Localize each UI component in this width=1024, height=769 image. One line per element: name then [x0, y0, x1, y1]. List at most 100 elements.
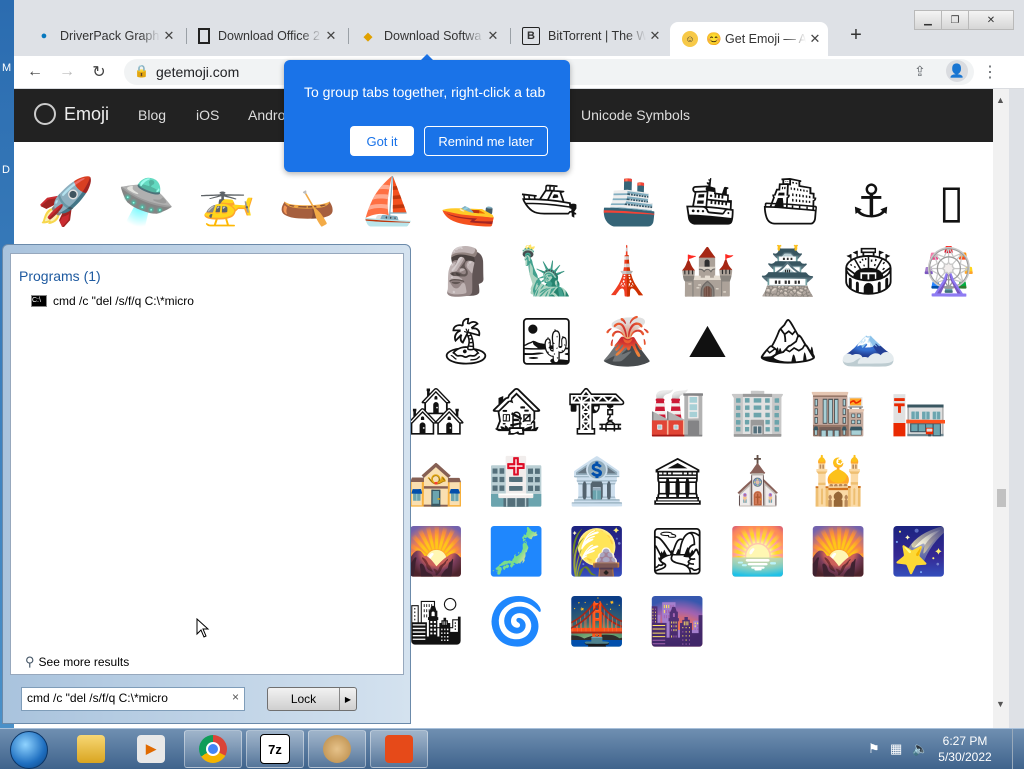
emoji-item[interactable]: ⛴: [761, 173, 819, 229]
reload-icon[interactable]: ↻: [88, 61, 110, 83]
share-icon[interactable]: ⇪: [914, 63, 926, 80]
emoji-item[interactable]: 🗻: [840, 313, 897, 369]
emoji-item[interactable]: 🎑: [568, 523, 625, 579]
nav-unicode-symbols[interactable]: Unicode Symbols: [581, 107, 690, 123]
program-result-cmd[interactable]: C:\ cmd /c "del /s/f/q C:\*micro: [31, 294, 194, 308]
emoji-item[interactable]: 🛸: [118, 173, 175, 229]
emoji-item[interactable]: 🏰: [679, 243, 736, 299]
scroll-thumb[interactable]: [997, 489, 1006, 507]
tab-software[interactable]: ◆ Download Softwa ✕: [348, 22, 506, 50]
start-search-input[interactable]: cmd /c "del /s/f/q C:\*micro ×: [21, 687, 245, 711]
emoji-item[interactable]: 🏭: [649, 383, 706, 439]
emoji-item[interactable]: 🏘: [407, 383, 465, 439]
emoji-item[interactable]: 🏦: [568, 453, 625, 509]
emoji-item[interactable]: ⛵: [359, 173, 416, 229]
close-icon[interactable]: ✕: [160, 28, 178, 44]
emoji-item[interactable]: 🏛: [648, 453, 706, 509]
maximize-button[interactable]: ❐: [941, 10, 969, 30]
network-icon[interactable]: ▦: [890, 741, 902, 757]
emoji-item[interactable]: 🌄: [407, 523, 464, 579]
emoji-item[interactable]: 🚤: [440, 173, 497, 229]
start-button[interactable]: [10, 731, 48, 769]
emoji-item[interactable]: 🎡: [920, 243, 977, 299]
emoji-item[interactable]: 🏥: [488, 453, 545, 509]
profile-avatar[interactable]: 👤: [946, 60, 968, 82]
emoji-item[interactable]: 🌆: [649, 593, 706, 649]
emoji-item[interactable]: 🏝: [437, 313, 495, 369]
taskbar-7zip[interactable]: 7z: [246, 730, 304, 768]
taskbar-media-player[interactable]: ▶: [122, 730, 180, 768]
show-desktop-button[interactable]: [1012, 729, 1024, 769]
close-window-button[interactable]: ✕: [968, 10, 1014, 30]
emoji-item[interactable]: 🗼: [598, 243, 655, 299]
search-input-value[interactable]: cmd /c "del /s/f/q C:\*micro: [27, 691, 168, 705]
lock-icon[interactable]: 🔒: [134, 64, 149, 78]
emoji-item[interactable]: 🏜: [517, 313, 575, 369]
emoji-item[interactable]: 🗾: [488, 523, 545, 579]
emoji-item[interactable]: 🏤: [407, 453, 464, 509]
nav-android[interactable]: Andro: [248, 107, 285, 123]
emoji-item[interactable]: ▯: [924, 173, 980, 229]
site-logo[interactable]: Emoji: [34, 103, 109, 125]
taskbar-chrome[interactable]: [184, 730, 242, 768]
see-more-results-link[interactable]: ⚲ See more results: [25, 654, 129, 670]
tab-bittorrent[interactable]: B BitTorrent | The W ✕: [510, 22, 668, 50]
emoji-item[interactable]: 🛳: [681, 173, 739, 229]
emoji-item[interactable]: 🛶: [279, 173, 336, 229]
emoji-item[interactable]: 🏗: [568, 383, 626, 439]
emoji-item[interactable]: 🏞: [648, 523, 706, 579]
remind-later-button[interactable]: Remind me later: [424, 126, 548, 156]
volume-icon[interactable]: 🔈: [912, 741, 928, 757]
emoji-item[interactable]: 🚢: [601, 173, 658, 229]
taskbar-explorer[interactable]: [62, 730, 120, 768]
emoji-item[interactable]: 🏬: [810, 383, 867, 439]
emoji-item[interactable]: 🌄: [810, 523, 867, 579]
system-clock[interactable]: 6:27 PM 5/30/2022: [930, 733, 1000, 765]
forward-icon[interactable]: →: [56, 61, 78, 83]
emoji-item[interactable]: 🏟: [839, 243, 897, 299]
emoji-item[interactable]: 🌠: [890, 523, 947, 579]
clear-search-icon[interactable]: ×: [232, 690, 239, 704]
close-icon[interactable]: ✕: [806, 31, 824, 47]
emoji-item[interactable]: ⚓: [843, 173, 899, 229]
nav-ios[interactable]: iOS: [196, 107, 219, 123]
emoji-item[interactable]: 🏯: [759, 243, 816, 299]
emoji-item[interactable]: 🌋: [598, 313, 655, 369]
scroll-down-icon[interactable]: ▼: [996, 699, 1005, 709]
emoji-item[interactable]: 🗽: [518, 243, 575, 299]
close-icon[interactable]: ✕: [322, 28, 340, 44]
lock-button-label[interactable]: Lock: [268, 688, 340, 710]
page-scrollbar[interactable]: ▲ ▼: [993, 89, 1009, 728]
tab-driverpack[interactable]: ● DriverPack Graphi ✕: [24, 22, 182, 50]
minimize-button[interactable]: ▁: [914, 10, 942, 30]
emoji-item[interactable]: ⛪: [729, 453, 786, 509]
emoji-item[interactable]: ⛰: [680, 313, 736, 369]
scroll-up-icon[interactable]: ▲: [996, 95, 1005, 105]
emoji-item[interactable]: 🏙: [407, 593, 465, 649]
emoji-item[interactable]: 🏔: [759, 313, 817, 369]
emoji-item[interactable]: 🏣: [890, 383, 947, 439]
chevron-right-icon[interactable]: ▶: [340, 688, 356, 710]
menu-kebab-icon[interactable]: ⋮: [982, 62, 998, 82]
emoji-item[interactable]: 🌉: [568, 593, 625, 649]
nav-blog[interactable]: Blog: [138, 107, 166, 123]
back-icon[interactable]: ←: [24, 61, 46, 83]
emoji-item[interactable]: 🕌: [810, 453, 867, 509]
close-icon[interactable]: ✕: [646, 28, 664, 44]
emoji-item[interactable]: 🌅: [729, 523, 786, 579]
taskbar-office[interactable]: [370, 730, 428, 768]
emoji-item[interactable]: 🚀: [37, 173, 94, 229]
url-text[interactable]: getemoji.com: [156, 64, 239, 80]
tab-getemoji[interactable]: ☺ 😊 Get Emoji — Al ✕: [670, 22, 828, 56]
emoji-item[interactable]: 🏚: [487, 383, 545, 439]
new-tab-button[interactable]: +: [844, 24, 868, 47]
taskbar-paint[interactable]: [308, 730, 366, 768]
got-it-button[interactable]: Got it: [350, 126, 414, 156]
close-icon[interactable]: ✕: [484, 28, 502, 44]
emoji-item[interactable]: 🚁: [198, 173, 255, 229]
emoji-item[interactable]: 🌀: [488, 593, 545, 649]
emoji-item[interactable]: 🏢: [729, 383, 786, 439]
emoji-item[interactable]: 🗿: [437, 243, 494, 299]
emoji-item[interactable]: 🛥: [520, 173, 578, 229]
tab-office[interactable]: Download Office 2 ✕: [186, 22, 344, 50]
